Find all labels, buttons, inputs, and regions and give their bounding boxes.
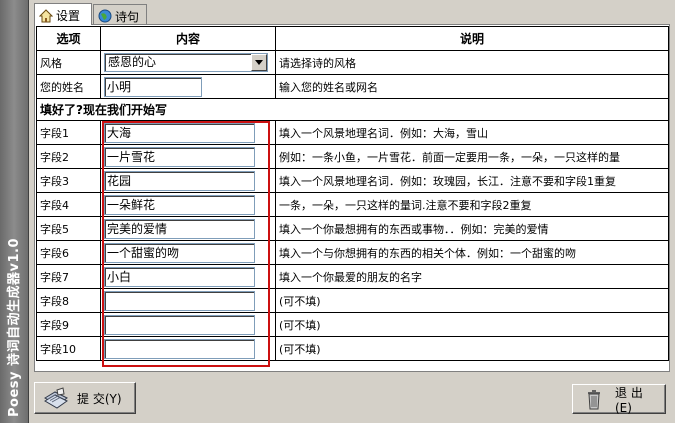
- submit-label: 提 交(Y): [77, 391, 122, 406]
- field-row: 字段2 一片雪花 例如：一条小鱼，一片雪花．前面一定要用一条，一朵，一只这样的量: [36, 144, 669, 169]
- field-row: 字段8 (可不填): [36, 288, 669, 313]
- style-cell: 感恩的心: [100, 50, 276, 75]
- app-title: Poesy 诗词自动生成器v1.0: [7, 237, 22, 417]
- field-note: (可不填): [275, 336, 669, 361]
- field-input-cell: 一朵鲜花: [100, 192, 276, 217]
- exit-label: 退 出(E): [615, 385, 643, 415]
- field-input-cell: [100, 336, 276, 361]
- field-input-cell: 小白: [100, 264, 276, 289]
- field-note: 填入一个你最想拥有的东西或事物．．例如：完美的爱情: [275, 216, 669, 241]
- document-stack-icon: [43, 386, 69, 410]
- field-input[interactable]: 小白: [104, 266, 255, 287]
- trash-icon: [581, 387, 607, 411]
- exit-button[interactable]: 退 出(E): [572, 384, 666, 415]
- submit-button[interactable]: 提 交(Y): [34, 382, 136, 414]
- style-row: 风格 感恩的心 请选择诗的风格: [36, 50, 669, 75]
- field-input[interactable]: [104, 338, 255, 359]
- field-note: 例如：一条小鱼，一片雪花．前面一定要用一条，一朵，一只这样的量: [275, 144, 669, 169]
- field-label: 字段1: [36, 120, 101, 145]
- tab-settings-label: 设置: [56, 9, 81, 23]
- field-label: 字段9: [36, 312, 101, 337]
- app-side-banner: Poesy 诗词自动生成器v1.0: [0, 0, 29, 423]
- settings-panel: 选项 内容 说明 风格 感恩的心 请选择诗的风格 您的姓名 小明 输入您的姓名或…: [34, 24, 670, 372]
- field-note: 填入一个风景地理名词．例如：大海，雪山: [275, 120, 669, 145]
- field-input-cell: 一个甜蜜的吻: [100, 240, 276, 265]
- field-note: 填入一个与你想拥有的东西的相关个体．例如：一个甜蜜的吻: [275, 240, 669, 265]
- field-rows: 字段1 大海 填入一个风景地理名词．例如：大海，雪山 字段2 一片雪花 例如：一条小鱼，一…: [36, 120, 669, 361]
- field-input-cell: 完美的爱情: [100, 216, 276, 241]
- name-note: 输入您的姓名或网名: [275, 74, 669, 99]
- style-select-value: 感恩的心: [108, 55, 157, 69]
- field-label: 字段4: [36, 192, 101, 217]
- style-select[interactable]: 感恩的心: [104, 53, 268, 72]
- field-input-cell: 花园: [100, 168, 276, 193]
- header-option: 选项: [36, 26, 101, 51]
- globe-icon: [98, 9, 112, 23]
- field-input[interactable]: [104, 314, 255, 335]
- field-row: 字段7 小白 填入一个你最爱的朋友的名字: [36, 264, 669, 289]
- section-row: 填好了?现在我们开始写: [36, 98, 669, 121]
- chevron-down-icon[interactable]: [251, 54, 267, 71]
- header-description: 说明: [275, 26, 669, 51]
- field-input[interactable]: 花园: [104, 170, 255, 191]
- field-input-cell: [100, 288, 276, 313]
- style-label: 风格: [36, 50, 101, 75]
- field-input[interactable]: [104, 290, 255, 311]
- field-note: (可不填): [275, 288, 669, 313]
- field-note: 填入一个风景地理名词．例如：玫瑰园，长江．注意不要和字段1重复: [275, 168, 669, 193]
- tab-settings[interactable]: 设置: [34, 3, 92, 25]
- field-row: 字段1 大海 填入一个风景地理名词．例如：大海，雪山: [36, 120, 669, 145]
- field-label: 字段5: [36, 216, 101, 241]
- field-row: 字段5 完美的爱情 填入一个你最想拥有的东西或事物．．例如：完美的爱情: [36, 216, 669, 241]
- field-input[interactable]: 一朵鲜花: [104, 194, 255, 215]
- field-row: 字段3 花园 填入一个风景地理名词．例如：玫瑰园，长江．注意不要和字段1重复: [36, 168, 669, 193]
- field-row: 字段10 (可不填): [36, 336, 669, 361]
- field-label: 字段8: [36, 288, 101, 313]
- field-note: (可不填): [275, 312, 669, 337]
- table-header-row: 选项 内容 说明: [36, 26, 669, 51]
- name-label: 您的姓名: [36, 74, 101, 99]
- settings-table: 选项 内容 说明 风格 感恩的心 请选择诗的风格 您的姓名 小明 输入您的姓名或…: [36, 26, 669, 361]
- field-input-cell: [100, 312, 276, 337]
- field-note: 填入一个你最爱的朋友的名字: [275, 264, 669, 289]
- tab-poems[interactable]: 诗句: [93, 4, 147, 25]
- field-label: 字段7: [36, 264, 101, 289]
- field-input[interactable]: 一个甜蜜的吻: [104, 242, 255, 263]
- field-input[interactable]: 完美的爱情: [104, 218, 255, 239]
- name-row: 您的姓名 小明 输入您的姓名或网名: [36, 74, 669, 99]
- field-label: 字段2: [36, 144, 101, 169]
- home-icon: [38, 8, 54, 23]
- tab-poems-label: 诗句: [115, 9, 140, 24]
- field-label: 字段10: [36, 336, 101, 361]
- field-label: 字段3: [36, 168, 101, 193]
- header-content: 内容: [100, 26, 276, 51]
- field-label: 字段6: [36, 240, 101, 265]
- section-title: 填好了?现在我们开始写: [36, 98, 669, 121]
- field-row: 字段9 (可不填): [36, 312, 669, 337]
- field-note: 一条，一朵，一只这样的量词.注意不要和字段2重复: [275, 192, 669, 217]
- name-input[interactable]: 小明: [104, 76, 202, 97]
- field-row: 字段6 一个甜蜜的吻 填入一个与你想拥有的东西的相关个体．例如：一个甜蜜的吻: [36, 240, 669, 265]
- field-input-cell: 大海: [100, 120, 276, 145]
- style-note: 请选择诗的风格: [275, 50, 669, 75]
- field-row: 字段4 一朵鲜花 一条，一朵，一只这样的量词.注意不要和字段2重复: [36, 192, 669, 217]
- field-input[interactable]: 一片雪花: [104, 146, 255, 167]
- field-input[interactable]: 大海: [104, 122, 255, 143]
- field-input-cell: 一片雪花: [100, 144, 276, 169]
- name-cell: 小明: [100, 74, 276, 99]
